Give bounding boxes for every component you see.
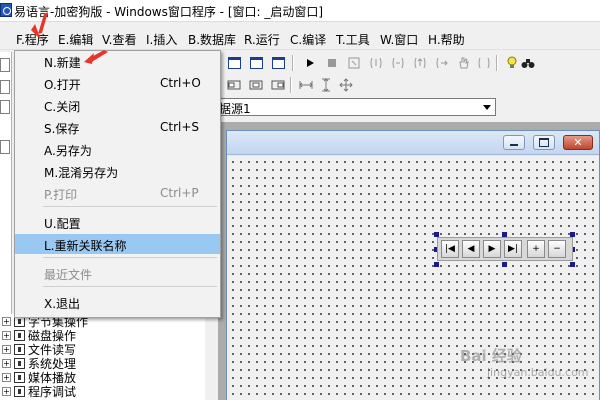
menu-item-recent-files: 最近文件 (44, 268, 93, 282)
align-center-icon[interactable] (248, 77, 264, 93)
align-right-icon[interactable] (270, 77, 286, 93)
same-height-icon[interactable] (318, 77, 334, 93)
menu-database[interactable]: B.数据库 (188, 31, 236, 48)
expand-icon[interactable]: + (2, 358, 11, 368)
panel-tab-stub[interactable] (0, 58, 10, 72)
toolbar-separator (290, 77, 292, 93)
library-icon (14, 329, 25, 341)
hand-icon[interactable] (456, 55, 472, 71)
step-into-icon[interactable] (368, 55, 384, 71)
align-left-icon[interactable] (226, 77, 242, 93)
datasource-combo[interactable]: 据源1 (218, 98, 496, 116)
maximize-icon[interactable] (533, 135, 555, 150)
menu-window[interactable]: W.窗口 (380, 31, 418, 48)
watermark-logo: Bai 经验 (460, 347, 522, 365)
window-layout-icon[interactable] (226, 55, 242, 71)
minimize-icon[interactable] (503, 135, 525, 150)
selection-handle[interactable] (434, 262, 439, 267)
menu-item-exit[interactable]: X.退出 (15, 292, 220, 312)
menu-item-new[interactable]: N.新建 (15, 51, 220, 71)
design-form-window[interactable]: ✕ |◀ ◀ ▶ ▶| + − (226, 130, 600, 400)
run-to-cursor-icon[interactable] (434, 55, 450, 71)
app-icon (0, 3, 12, 17)
media-prev-button[interactable]: ◀ (462, 240, 480, 258)
media-remove-button[interactable]: − (548, 240, 566, 258)
media-add-button[interactable]: + (527, 240, 545, 258)
menu-item-obfuscate-save-as[interactable]: M.混淆另存为 (15, 161, 220, 181)
menu-tools[interactable]: T.工具 (336, 31, 370, 48)
menu-item-config[interactable]: U.配置 (15, 212, 220, 232)
expand-icon[interactable]: + (2, 330, 11, 340)
tree-item[interactable]: + 程序调试 (2, 384, 76, 399)
step-icon[interactable] (346, 55, 362, 71)
menu-run[interactable]: R.运行 (244, 31, 280, 48)
panel-tab-stub[interactable] (0, 80, 10, 94)
binoculars-icon[interactable] (520, 55, 536, 71)
menu-separator (43, 206, 217, 207)
menu-insert[interactable]: I.插入 (146, 31, 177, 48)
menu-compile[interactable]: C.编译 (290, 31, 326, 48)
form-grid-canvas[interactable]: |◀ ◀ ▶ ▶| + − (227, 156, 599, 400)
media-last-button[interactable]: ▶| (504, 240, 522, 258)
step-over-icon[interactable] (390, 55, 406, 71)
menu-item-close[interactable]: C.关闭 (15, 95, 220, 115)
menu-item-reassociate-names[interactable]: L.重新关联名称 (15, 234, 220, 254)
toolbar (218, 52, 600, 74)
lightbulb-icon[interactable] (504, 55, 520, 71)
selection-handle[interactable] (502, 262, 507, 267)
menu-view[interactable]: V.查看 (102, 31, 136, 48)
media-next-button[interactable]: ▶ (483, 240, 501, 258)
menu-item-print: P.打印 Ctrl+P (44, 186, 199, 202)
media-control[interactable]: |◀ ◀ ▶ ▶| + − (434, 232, 575, 267)
library-icon (14, 371, 25, 383)
support-library-tree: + 字节集操作 + 磁盘操作 + 文件读写 + 系统处理 + 媒体播放 + 程序… (0, 314, 205, 400)
expand-icon[interactable]: + (2, 316, 11, 326)
menu-separator (43, 286, 217, 287)
window-title: 易语言-加密狗版 - Windows窗口程序 - [窗口: _启动窗口] (14, 5, 324, 19)
panel-tab-stub[interactable] (0, 100, 10, 114)
media-first-button[interactable]: |◀ (441, 240, 459, 258)
menu-item-save-as[interactable]: A.另存为 (15, 139, 220, 159)
close-icon[interactable]: ✕ (563, 135, 593, 150)
menu-bar: F.程序 E.编辑 V.查看 I.插入 B.数据库 R.运行 C.编译 T.工具… (0, 28, 600, 50)
library-icon (14, 357, 25, 369)
same-width-icon[interactable] (298, 77, 314, 93)
library-icon (14, 343, 25, 355)
step-out-icon[interactable] (412, 55, 428, 71)
toolbar-separator (292, 55, 294, 71)
menu-edit[interactable]: E.编辑 (58, 31, 93, 48)
file-menu-dropdown: N.新建 O.打开 Ctrl+O C.关闭 S.保存 Ctrl+S A.另存为 … (14, 50, 221, 318)
watermark-url: jingyan.baidu.com (487, 366, 589, 379)
alignment-toolbar (218, 74, 600, 96)
expand-icon[interactable]: + (2, 386, 11, 396)
run-icon[interactable] (302, 55, 318, 71)
expand-icon[interactable]: + (2, 372, 11, 382)
panel-tab-stub[interactable] (0, 140, 10, 154)
menu-help[interactable]: H.帮助 (428, 31, 465, 48)
stop-icon[interactable] (324, 55, 340, 71)
window-layout-icon[interactable] (248, 55, 264, 71)
menu-file[interactable]: F.程序 (16, 31, 49, 48)
toolbar-separator (496, 55, 498, 71)
window-layout-icon[interactable] (270, 55, 286, 71)
form-caption-bar: ✕ (227, 131, 599, 155)
same-size-icon[interactable] (338, 77, 354, 93)
datasource-combo-value: 据源1 (219, 102, 251, 116)
variables-icon[interactable] (476, 55, 492, 71)
expand-icon[interactable]: + (2, 344, 11, 354)
menu-item-save[interactable]: S.保存 Ctrl+S (15, 117, 220, 137)
title-bar: 易语言-加密狗版 - Windows窗口程序 - [窗口: _启动窗口] (0, 0, 600, 22)
selection-handle[interactable] (570, 262, 575, 267)
menu-item-open[interactable]: O.打开 Ctrl+O (15, 73, 220, 93)
chevron-down-icon[interactable] (479, 99, 495, 115)
library-icon (14, 385, 25, 397)
menu-separator (43, 257, 217, 258)
form-designer: ✕ |◀ ◀ ▶ ▶| + − (218, 122, 600, 400)
media-control-body: |◀ ◀ ▶ ▶| + − (437, 237, 573, 261)
